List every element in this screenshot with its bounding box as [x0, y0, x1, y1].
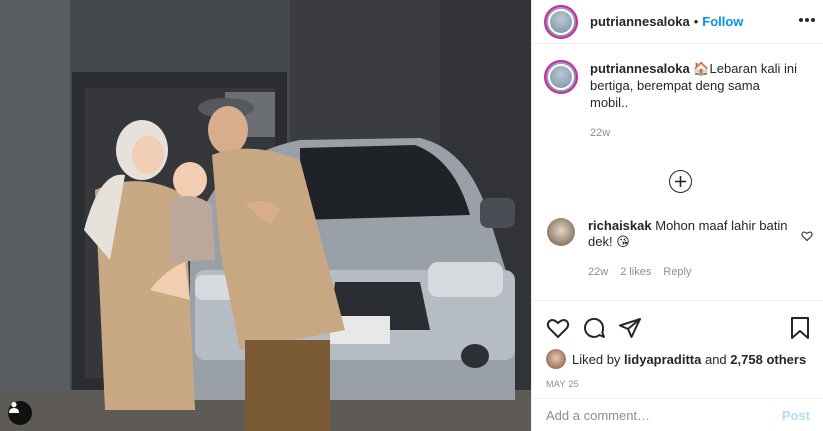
follow-button[interactable]: Follow — [702, 14, 743, 29]
liked-by-prefix: Liked by — [572, 351, 621, 367]
post-date[interactable]: MAY 25 — [532, 379, 823, 389]
more-options-icon[interactable] — [797, 10, 817, 30]
share-button[interactable] — [618, 316, 642, 340]
heart-icon — [801, 231, 813, 242]
post-caption: putriannesaloka 🏠Lebaran kali ini bertig… — [532, 44, 823, 142]
post-actions-section: Liked by lidyapraditta and 2,758 others … — [532, 300, 823, 430]
like-comment-button[interactable] — [801, 229, 813, 247]
post-photo[interactable] — [0, 0, 531, 431]
load-more-comments-button[interactable] — [669, 170, 692, 193]
author-avatar[interactable] — [544, 4, 578, 39]
caption-timestamp[interactable]: 22w — [590, 125, 800, 142]
comment-likes[interactable]: 2 likes — [620, 264, 651, 280]
comment-button[interactable] — [582, 316, 606, 340]
kiss-emoji: 😘 — [616, 234, 630, 249]
author-username[interactable]: putriannesaloka — [590, 14, 690, 29]
separator-dot: • — [693, 14, 699, 29]
liked-by-count[interactable]: 2,758 others — [730, 352, 806, 367]
house-emoji: 🏠 — [693, 61, 710, 76]
comment-item: richaiskak Mohon maaf lahir batin dek! 😘… — [544, 218, 814, 280]
liked-by-and: and — [704, 351, 727, 367]
paper-plane-icon — [619, 318, 641, 338]
post-comment-button[interactable]: Post — [782, 408, 810, 423]
tagged-users-button[interactable] — [8, 401, 32, 425]
photo-illustration — [0, 0, 531, 431]
likes-summary: Liked by lidyapraditta and 2,758 others — [532, 349, 823, 369]
caption-avatar[interactable] — [544, 60, 578, 94]
like-button[interactable] — [546, 316, 570, 340]
liker-avatar[interactable] — [546, 349, 566, 369]
commenter-avatar[interactable] — [547, 218, 575, 246]
heart-icon — [546, 319, 570, 339]
reply-button[interactable]: Reply — [663, 264, 691, 280]
caption-username[interactable]: putriannesaloka — [590, 61, 690, 76]
comment-input[interactable]: Add a comment… — [546, 408, 782, 423]
save-button[interactable] — [788, 316, 812, 340]
comment-timestamp[interactable]: 22w — [588, 264, 608, 280]
plus-circle-icon — [675, 176, 686, 187]
action-icons-row — [532, 301, 823, 345]
liked-by-user[interactable]: lidyapraditta — [624, 352, 701, 367]
add-comment-bar: Add a comment… Post — [532, 398, 823, 431]
commenter-username[interactable]: richaiskak — [588, 218, 652, 233]
post-details-panel: putriannesaloka • Follow putriannesaloka… — [531, 0, 823, 431]
bookmark-icon — [791, 317, 809, 339]
post-header: putriannesaloka • Follow — [532, 0, 823, 44]
comment-icon — [584, 317, 605, 338]
person-icon — [9, 402, 19, 413]
